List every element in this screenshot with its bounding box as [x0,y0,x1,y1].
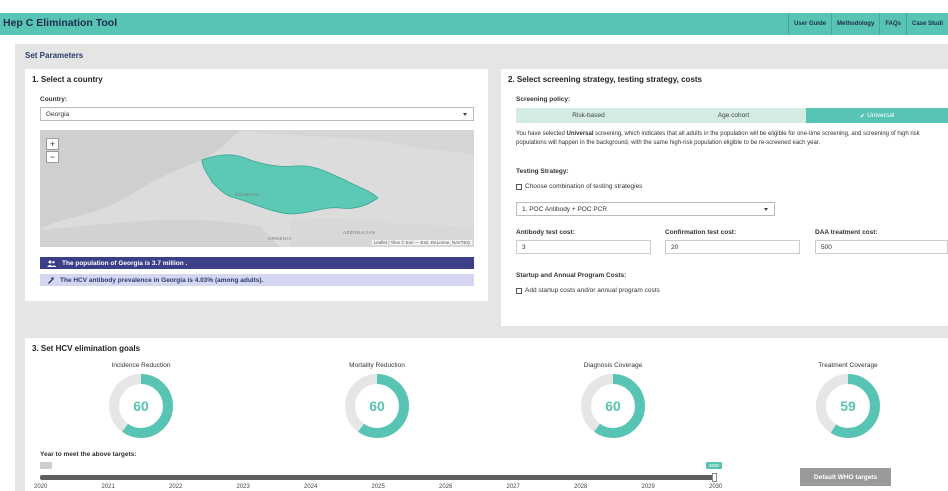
south-region [40,219,280,247]
year-value-badge: 2030 [706,462,722,469]
policy-age-cohort[interactable]: Age cohort [661,108,806,123]
confirmation-cost-input[interactable]: 20 [665,240,800,254]
section-heading: Set Parameters [25,51,84,60]
goal-incidence-title: Incidence Reduction [111,362,171,369]
prevalence-text: The HCV antibody prevalence in Georgia i… [60,276,264,284]
top-navbar: Hep C Elimination Tool User Guide Method… [0,13,948,35]
year-slider[interactable] [40,475,716,480]
goal-mortality-value: 60 [369,398,385,414]
confirmation-cost-label: Confirmation test cost: [665,229,737,236]
chevron-down-icon [764,208,768,211]
screening-description: You have selected Universal screening, w… [516,130,948,148]
north-region [240,130,474,156]
desc-text-bold: Universal [566,131,594,137]
map-graphic [40,130,474,247]
map-label-azerbaijan: AZERBAIJAN [343,230,376,235]
georgia-shape[interactable] [201,154,379,215]
map-label-armenia: ARMENIA [268,236,293,241]
goal-treatment-title: Treatment Coverage [818,362,878,369]
map-label-georgia: GEORGIA [235,192,260,197]
country-panel-title: 1. Select a country [32,75,103,84]
country-label: Country: [40,96,68,103]
desc-text-pre: You have selected [516,131,567,137]
daa-cost-label: DAA treatment cost: [815,229,878,236]
nav-menu: User Guide Methodology FAQs Case Studi [787,13,948,35]
screening-policy-label: Screening policy: [516,96,571,103]
year-tick-2022: 2022 [169,484,183,490]
country-select-value: Georgia [46,111,70,118]
sea-region [40,130,240,230]
check-icon: ✔ [859,112,866,120]
testing-strategy-value: 1. POC Antibody + POC PCR [522,206,608,213]
population-text: The population of Georgia is 3.7 million… [62,259,188,267]
map-attribution: Leaflet | Tiles © Esri — Esri, DeLorme, … [371,240,472,245]
year-min-badge: 2020 [40,462,52,469]
daa-cost-input[interactable]: 500 [815,240,948,254]
app-title: Hep C Elimination Tool [3,17,118,29]
year-slider-handle[interactable] [712,473,717,482]
policy-universal-label: Universal [867,112,895,119]
antibody-cost-label: Antibody test cost: [516,229,575,236]
year-tick-2024: 2024 [304,484,318,490]
country-select[interactable]: Georgia [40,107,474,121]
year-tick-2029: 2029 [641,484,655,490]
nav-methodology[interactable]: Methodology [830,13,879,35]
testing-strategy-select[interactable]: 1. POC Antibody + POC PCR [516,202,775,216]
year-tick-2020: 2020 [34,484,48,490]
zoom-out-button[interactable]: − [46,151,59,163]
eyedropper-icon [48,276,54,284]
startup-costs-checkbox-label: Add startup costs and/or annual program … [525,287,660,294]
year-tick-2030: 2030 [709,484,723,490]
zoom-in-button[interactable]: + [46,138,59,150]
year-target-label: Year to meet the above targets: [40,451,137,458]
goal-diagnosis-title: Diagnosis Coverage [583,362,643,369]
goal-mortality-title: Mortality Reduction [349,362,405,369]
chevron-down-icon [463,113,467,116]
policy-universal[interactable]: ✔ Universal [806,108,948,123]
startup-costs-checkbox[interactable] [516,288,522,294]
nav-faqs[interactable]: FAQs [879,13,906,35]
goals-panel-title: 3. Set HCV elimination goals [32,344,141,353]
users-icon [47,260,56,267]
nav-user-guide[interactable]: User Guide [787,13,831,35]
combination-checkbox-label: Choose combination of testing strategies [525,183,643,190]
combination-checkbox[interactable] [516,184,522,190]
year-tick-2023: 2023 [236,484,250,490]
antibody-cost-input[interactable]: 3 [516,240,651,254]
goal-incidence-value: 60 [133,398,149,414]
prevalence-info: The HCV antibody prevalence in Georgia i… [40,274,474,286]
goal-diagnosis-value: 60 [605,398,621,414]
year-tick-2026: 2026 [439,484,453,490]
policy-risk-based[interactable]: Risk-based [516,108,661,123]
year-tick-2021: 2021 [101,484,115,490]
goal-treatment-value: 59 [840,398,856,414]
country-map[interactable]: + − GEORGIA ARMENIA AZERBAIJAN Leaflet |… [40,130,474,247]
year-tick-2028: 2028 [574,484,588,490]
strategy-panel-title: 2. Select screening strategy, testing st… [508,75,702,84]
default-who-targets-button[interactable]: Default WHO targets [800,468,891,486]
year-tick-2025: 2025 [371,484,385,490]
testing-strategy-label: Testing Strategy: [516,168,569,175]
nav-case-studies[interactable]: Case Studi [905,13,948,35]
startup-costs-label: Startup and Annual Program Costs: [516,272,627,279]
population-info: The population of Georgia is 3.7 million… [40,257,474,269]
year-tick-2027: 2027 [506,484,520,490]
